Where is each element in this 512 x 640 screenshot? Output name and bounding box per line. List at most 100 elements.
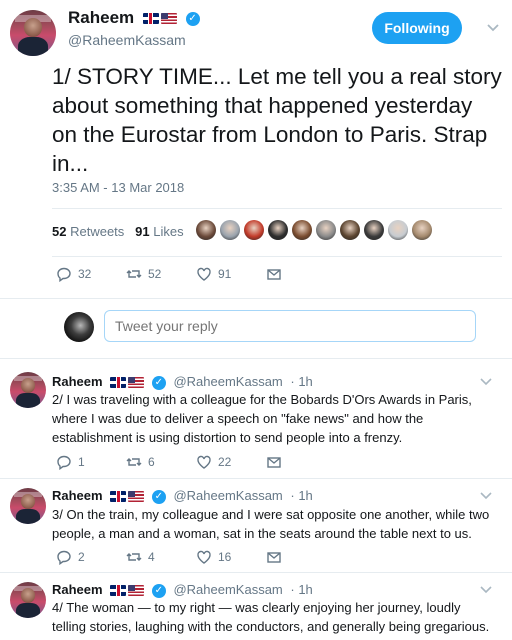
liker-avatar[interactable] (316, 220, 336, 240)
tweet-time[interactable]: · 1h (290, 374, 312, 389)
reply-author-name[interactable]: Raheem (52, 582, 103, 597)
retweet-icon (126, 549, 142, 565)
flag-icons (110, 491, 145, 503)
retweet-count: 4 (148, 550, 155, 564)
retweets-label: Retweets (70, 224, 125, 239)
liker-avatar[interactable] (244, 220, 264, 240)
uk-flag-icon (110, 377, 127, 389)
retweet-button[interactable]: 52 (126, 266, 196, 282)
chevron-down-icon[interactable] (480, 374, 492, 389)
reply-author-name[interactable]: Raheem (52, 488, 103, 503)
like-button[interactable]: 16 (196, 549, 266, 565)
likes-label: Likes (153, 224, 184, 239)
liker-avatar[interactable] (220, 220, 240, 240)
following-button[interactable]: Following (372, 12, 462, 44)
uk-flag-icon (110, 491, 127, 503)
like-button[interactable]: 22 (196, 454, 266, 470)
liker-avatar[interactable] (196, 220, 216, 240)
divider (0, 478, 512, 479)
likes-count: 91 (135, 224, 150, 239)
divider (52, 208, 502, 209)
reply-author-handle[interactable]: @RaheemKassam (173, 488, 282, 503)
likes-stat[interactable]: 91 Likes (135, 224, 183, 239)
divider (0, 298, 512, 299)
liker-avatar[interactable] (388, 220, 408, 240)
reply-author-handle[interactable]: @RaheemKassam (173, 374, 282, 389)
envelope-icon (266, 549, 282, 565)
message-button[interactable] (266, 266, 282, 282)
retweet-count: 52 (148, 267, 162, 281)
retweet-button[interactable]: 4 (126, 549, 196, 565)
reply-author-avatar[interactable] (10, 488, 46, 524)
tweet-time[interactable]: · 1h (290, 488, 312, 503)
reply-author-handle[interactable]: @RaheemKassam (173, 582, 282, 597)
reply-author-name[interactable]: Raheem (52, 374, 103, 389)
thread-tweet-header: Raheem ✓ @RaheemKassam · 1h (52, 488, 313, 504)
chevron-down-icon[interactable] (486, 20, 500, 36)
uk-flag-icon (110, 585, 127, 597)
reply-icon (56, 454, 72, 471)
reply-input[interactable] (104, 310, 476, 342)
like-count: 91 (218, 267, 232, 281)
divider (0, 358, 512, 359)
flag-icons (110, 377, 145, 389)
envelope-icon (266, 454, 282, 470)
thread-tweet-text: 3/ On the train, my colleague and I were… (52, 507, 490, 541)
envelope-icon (266, 266, 282, 282)
tweet-timestamp[interactable]: 3:35 AM - 13 Mar 2018 (52, 180, 184, 195)
heart-icon (196, 454, 212, 470)
liker-avatar[interactable] (364, 220, 384, 240)
author-handle[interactable]: @RaheemKassam (68, 32, 186, 48)
current-user-avatar[interactable] (64, 312, 94, 342)
heart-icon (196, 266, 212, 282)
author-avatar[interactable] (10, 10, 56, 56)
thread-tweet-header: Raheem ✓ @RaheemKassam · 1h (52, 582, 313, 598)
divider (52, 256, 502, 257)
reply-button[interactable]: 32 (56, 266, 126, 283)
tweet-time[interactable]: · 1h (290, 582, 312, 597)
reply-author-avatar[interactable] (10, 582, 46, 618)
retweet-button[interactable]: 6 (126, 454, 196, 470)
liker-avatar[interactable] (412, 220, 432, 240)
reply-author-avatar[interactable] (10, 372, 46, 408)
retweet-icon (126, 454, 142, 470)
us-flag-icon (128, 585, 145, 597)
reply-count: 32 (78, 267, 92, 281)
liker-avatars (196, 220, 432, 240)
main-actions: 32 52 91 (56, 266, 282, 283)
verified-badge-icon: ✓ (151, 489, 166, 504)
like-count: 16 (218, 550, 232, 564)
flag-icons (110, 585, 145, 597)
reply-button[interactable]: 1 (56, 454, 126, 471)
retweet-count: 6 (148, 455, 155, 469)
verified-badge-icon: ✓ (151, 583, 166, 598)
author-name[interactable]: Raheem (68, 8, 134, 27)
divider (0, 572, 512, 573)
us-flag-icon (128, 377, 145, 389)
heart-icon (196, 549, 212, 565)
reply-count: 1 (78, 455, 85, 469)
us-flag-icon (160, 13, 177, 25)
chevron-down-icon[interactable] (480, 582, 492, 597)
reply-count: 2 (78, 550, 85, 564)
reply-button[interactable]: 2 (56, 549, 126, 566)
liker-avatar[interactable] (292, 220, 312, 240)
liker-avatar[interactable] (268, 220, 288, 240)
reply-icon (56, 549, 72, 566)
retweets-stat[interactable]: 52 Retweets (52, 224, 124, 239)
us-flag-icon (128, 491, 145, 503)
reply-icon (56, 266, 72, 283)
like-button[interactable]: 91 (196, 266, 266, 282)
uk-flag-icon (142, 13, 159, 25)
thread-tweet-actions: 2 4 16 (56, 549, 282, 566)
liker-avatar[interactable] (340, 220, 360, 240)
chevron-down-icon[interactable] (480, 488, 492, 503)
thread-tweet-text: 2/ I was traveling with a colleague for … (52, 392, 472, 445)
message-button[interactable] (266, 454, 282, 470)
thread-tweet-text: 4/ The woman — to my right — was clearly… (52, 600, 490, 634)
like-count: 22 (218, 455, 232, 469)
thread-tweet-header: Raheem ✓ @RaheemKassam · 1h (52, 374, 313, 390)
message-button[interactable] (266, 549, 282, 565)
retweet-icon (126, 266, 142, 282)
retweets-count: 52 (52, 224, 67, 239)
